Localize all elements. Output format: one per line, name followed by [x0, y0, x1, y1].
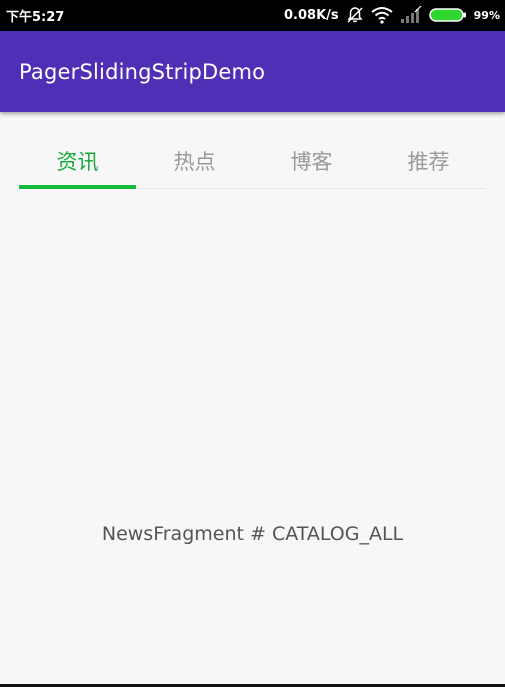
battery-percent: 99%: [473, 8, 500, 22]
tab-recommend[interactable]: 推荐: [370, 138, 487, 188]
tab-hot[interactable]: 热点: [136, 138, 253, 188]
content-area: 资讯 热点 博客 推荐 NewsFragment # CATALOG_ALL: [0, 112, 505, 684]
app-bar: PagerSlidingStripDemo: [0, 31, 505, 112]
app-title: PagerSlidingStripDemo: [19, 60, 266, 84]
network-speed: 0.08K/s: [284, 7, 339, 23]
signal-icon: [400, 6, 422, 23]
fragment-label: NewsFragment # CATALOG_ALL: [101, 523, 404, 545]
tab-news[interactable]: 资讯: [19, 138, 136, 188]
tab-blog[interactable]: 博客: [253, 138, 370, 188]
status-bar: 下午5:27 0.08K/s 99%: [0, 0, 505, 31]
tab-strip: 资讯 热点 博客 推荐: [19, 138, 486, 189]
tab-indicator: [19, 185, 136, 189]
wifi-icon: [371, 7, 393, 24]
status-time: 下午5:27: [6, 10, 65, 25]
mute-bell-icon: [347, 7, 363, 23]
status-icons: 0.08K/s 99%: [284, 5, 500, 25]
battery-icon: [428, 8, 466, 22]
